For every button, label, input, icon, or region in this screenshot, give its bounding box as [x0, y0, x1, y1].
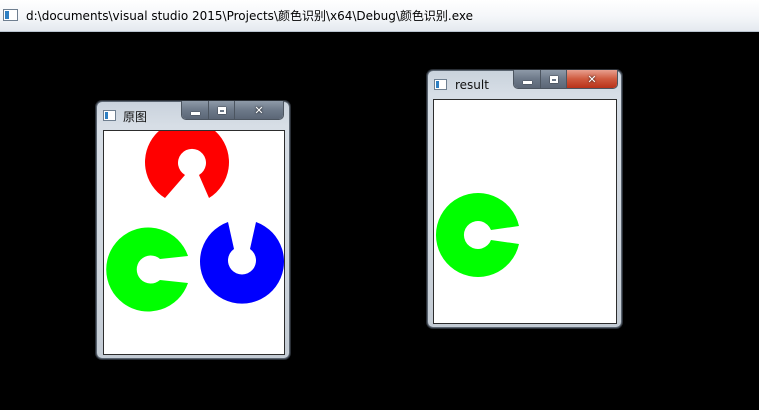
console-titlebar[interactable]: d:\documents\visual studio 2015\Projects… — [0, 0, 759, 32]
result-maximize-button[interactable] — [541, 70, 567, 88]
result-window-icon — [434, 79, 447, 90]
console-window-title: d:\documents\visual studio 2015\Projects… — [26, 9, 474, 23]
console-app-icon — [3, 9, 18, 21]
original-close-button[interactable]: ✕ — [235, 101, 283, 119]
maximize-icon — [217, 106, 226, 114]
result-close-button[interactable]: ✕ — [567, 70, 617, 88]
result-window-title: result — [455, 78, 489, 92]
result-image — [435, 193, 519, 277]
result-caption-buttons: ✕ — [513, 70, 618, 89]
ring-green — [435, 193, 519, 277]
original-window-title: 原图 — [123, 110, 148, 124]
minimize-icon — [190, 111, 200, 115]
original-image-canvas — [103, 130, 285, 355]
maximize-icon — [549, 75, 558, 83]
close-icon: ✕ — [587, 72, 597, 86]
close-icon: ✕ — [254, 103, 264, 117]
ring-green — [106, 227, 188, 312]
result-image-canvas — [433, 99, 617, 324]
ring-red — [145, 131, 229, 198]
result-window[interactable]: result ✕ — [427, 70, 622, 328]
original-minimize-button[interactable] — [182, 101, 209, 119]
original-image — [106, 131, 284, 312]
result-minimize-button[interactable] — [514, 70, 541, 88]
original-window-icon — [103, 110, 116, 121]
original-image-window[interactable]: 原图 ✕ — [96, 101, 290, 359]
original-caption-buttons: ✕ — [181, 101, 284, 120]
ring-blue — [200, 222, 284, 304]
minimize-icon — [522, 80, 532, 84]
original-maximize-button[interactable] — [209, 101, 235, 119]
